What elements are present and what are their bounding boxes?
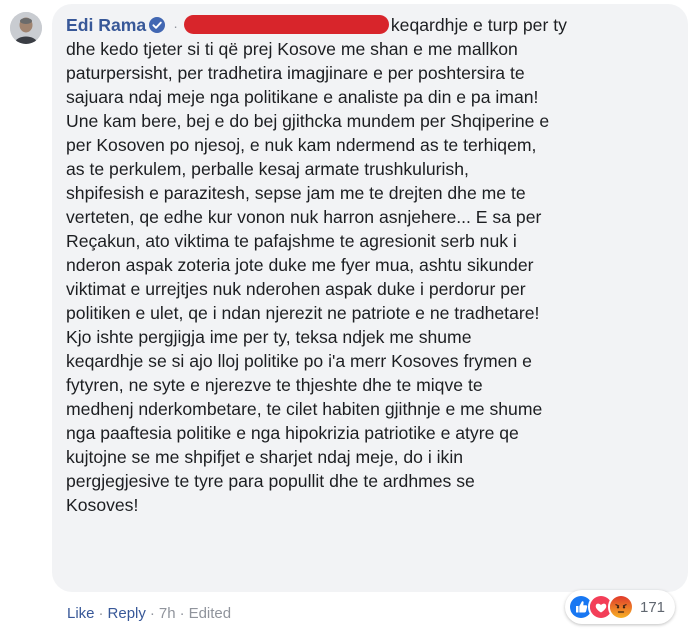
comment-line: Reçakun, ato viktima te pafajshme te agr… xyxy=(66,231,517,251)
comment-bubble: Edi Rama · keqardhje e turp per ty dhe ked… xyxy=(52,4,688,592)
comment-line: dhe kedo tjeter si ti që prej Kosove me … xyxy=(66,39,518,59)
comment-line: Kosoves! xyxy=(66,495,139,515)
comment-body: Edi Rama · keqardhje e turp per ty dhe ked… xyxy=(66,13,676,517)
reactions-summary[interactable]: 171 xyxy=(565,590,676,624)
reaction-count: 171 xyxy=(640,598,666,616)
comment-line: paturpersisht, per tradhetira imagjinare… xyxy=(66,63,525,83)
action-separator: · xyxy=(179,605,185,622)
comment-line: viktimat e urrejtjes nuk nderohen aspak … xyxy=(66,279,526,299)
comment-line: sajuara ndaj meje nga politikane e anali… xyxy=(66,87,539,107)
action-separator: · xyxy=(98,605,104,622)
action-separator: · xyxy=(149,605,155,622)
comment-line: medhenj nderkombetare, te cilet habiten … xyxy=(66,399,543,419)
comment-line: keqardhje e turp per ty xyxy=(390,15,567,35)
comment-line: shpifesish e parazitesh, sepse jam me te… xyxy=(66,183,526,203)
like-button[interactable]: Like xyxy=(67,605,95,622)
comment-line: nderon aspak zoteria jote duke me fyer m… xyxy=(66,255,534,275)
comment-line: Une kam bere, bej e do bej gjithcka mund… xyxy=(66,111,550,131)
comment-line: pergjegjesive te tyre para popullit dhe … xyxy=(66,471,475,491)
comment-line: keqardhje se si ajo lloj politike po i'a… xyxy=(66,351,532,371)
comment-line: verteten, qe edhe kur vonon nuk harron a… xyxy=(66,207,542,227)
comment-line: fytyren, ne syte e njerezve te thjeshte … xyxy=(66,375,483,395)
author-name[interactable]: Edi Rama xyxy=(66,15,146,35)
reply-button[interactable]: Reply xyxy=(108,605,146,622)
angry-icon xyxy=(608,594,634,620)
verified-badge-icon xyxy=(149,15,166,33)
comment-actions: Like · Reply · 7h · Edited xyxy=(67,604,231,624)
avatar[interactable] xyxy=(10,12,42,44)
comment-line: per Kosoven po njesoj, e nuk kam ndermen… xyxy=(66,135,537,155)
comment-first-line: Edi Rama · keqardhje e turp per ty xyxy=(66,13,676,37)
comment-line: as te perkulem, perballe kesaj armate tr… xyxy=(66,159,469,179)
comment-line: nga paaftesia politike e nga hipokrizia … xyxy=(66,423,519,443)
author-separator: · xyxy=(173,18,178,34)
comment-line: kujtojne se me shpifjet e sharjet ndaj m… xyxy=(66,447,464,467)
comment-line: politiken e ulet, qe i ndan njerezit ne … xyxy=(66,303,540,323)
avatar-photo xyxy=(10,12,42,44)
comment-line: Kjo ishte pergjigja ime per ty, teksa nd… xyxy=(66,327,472,347)
edited-label[interactable]: Edited xyxy=(189,605,232,622)
comment-timestamp[interactable]: 7h xyxy=(159,605,176,622)
redaction-mark xyxy=(183,15,389,34)
